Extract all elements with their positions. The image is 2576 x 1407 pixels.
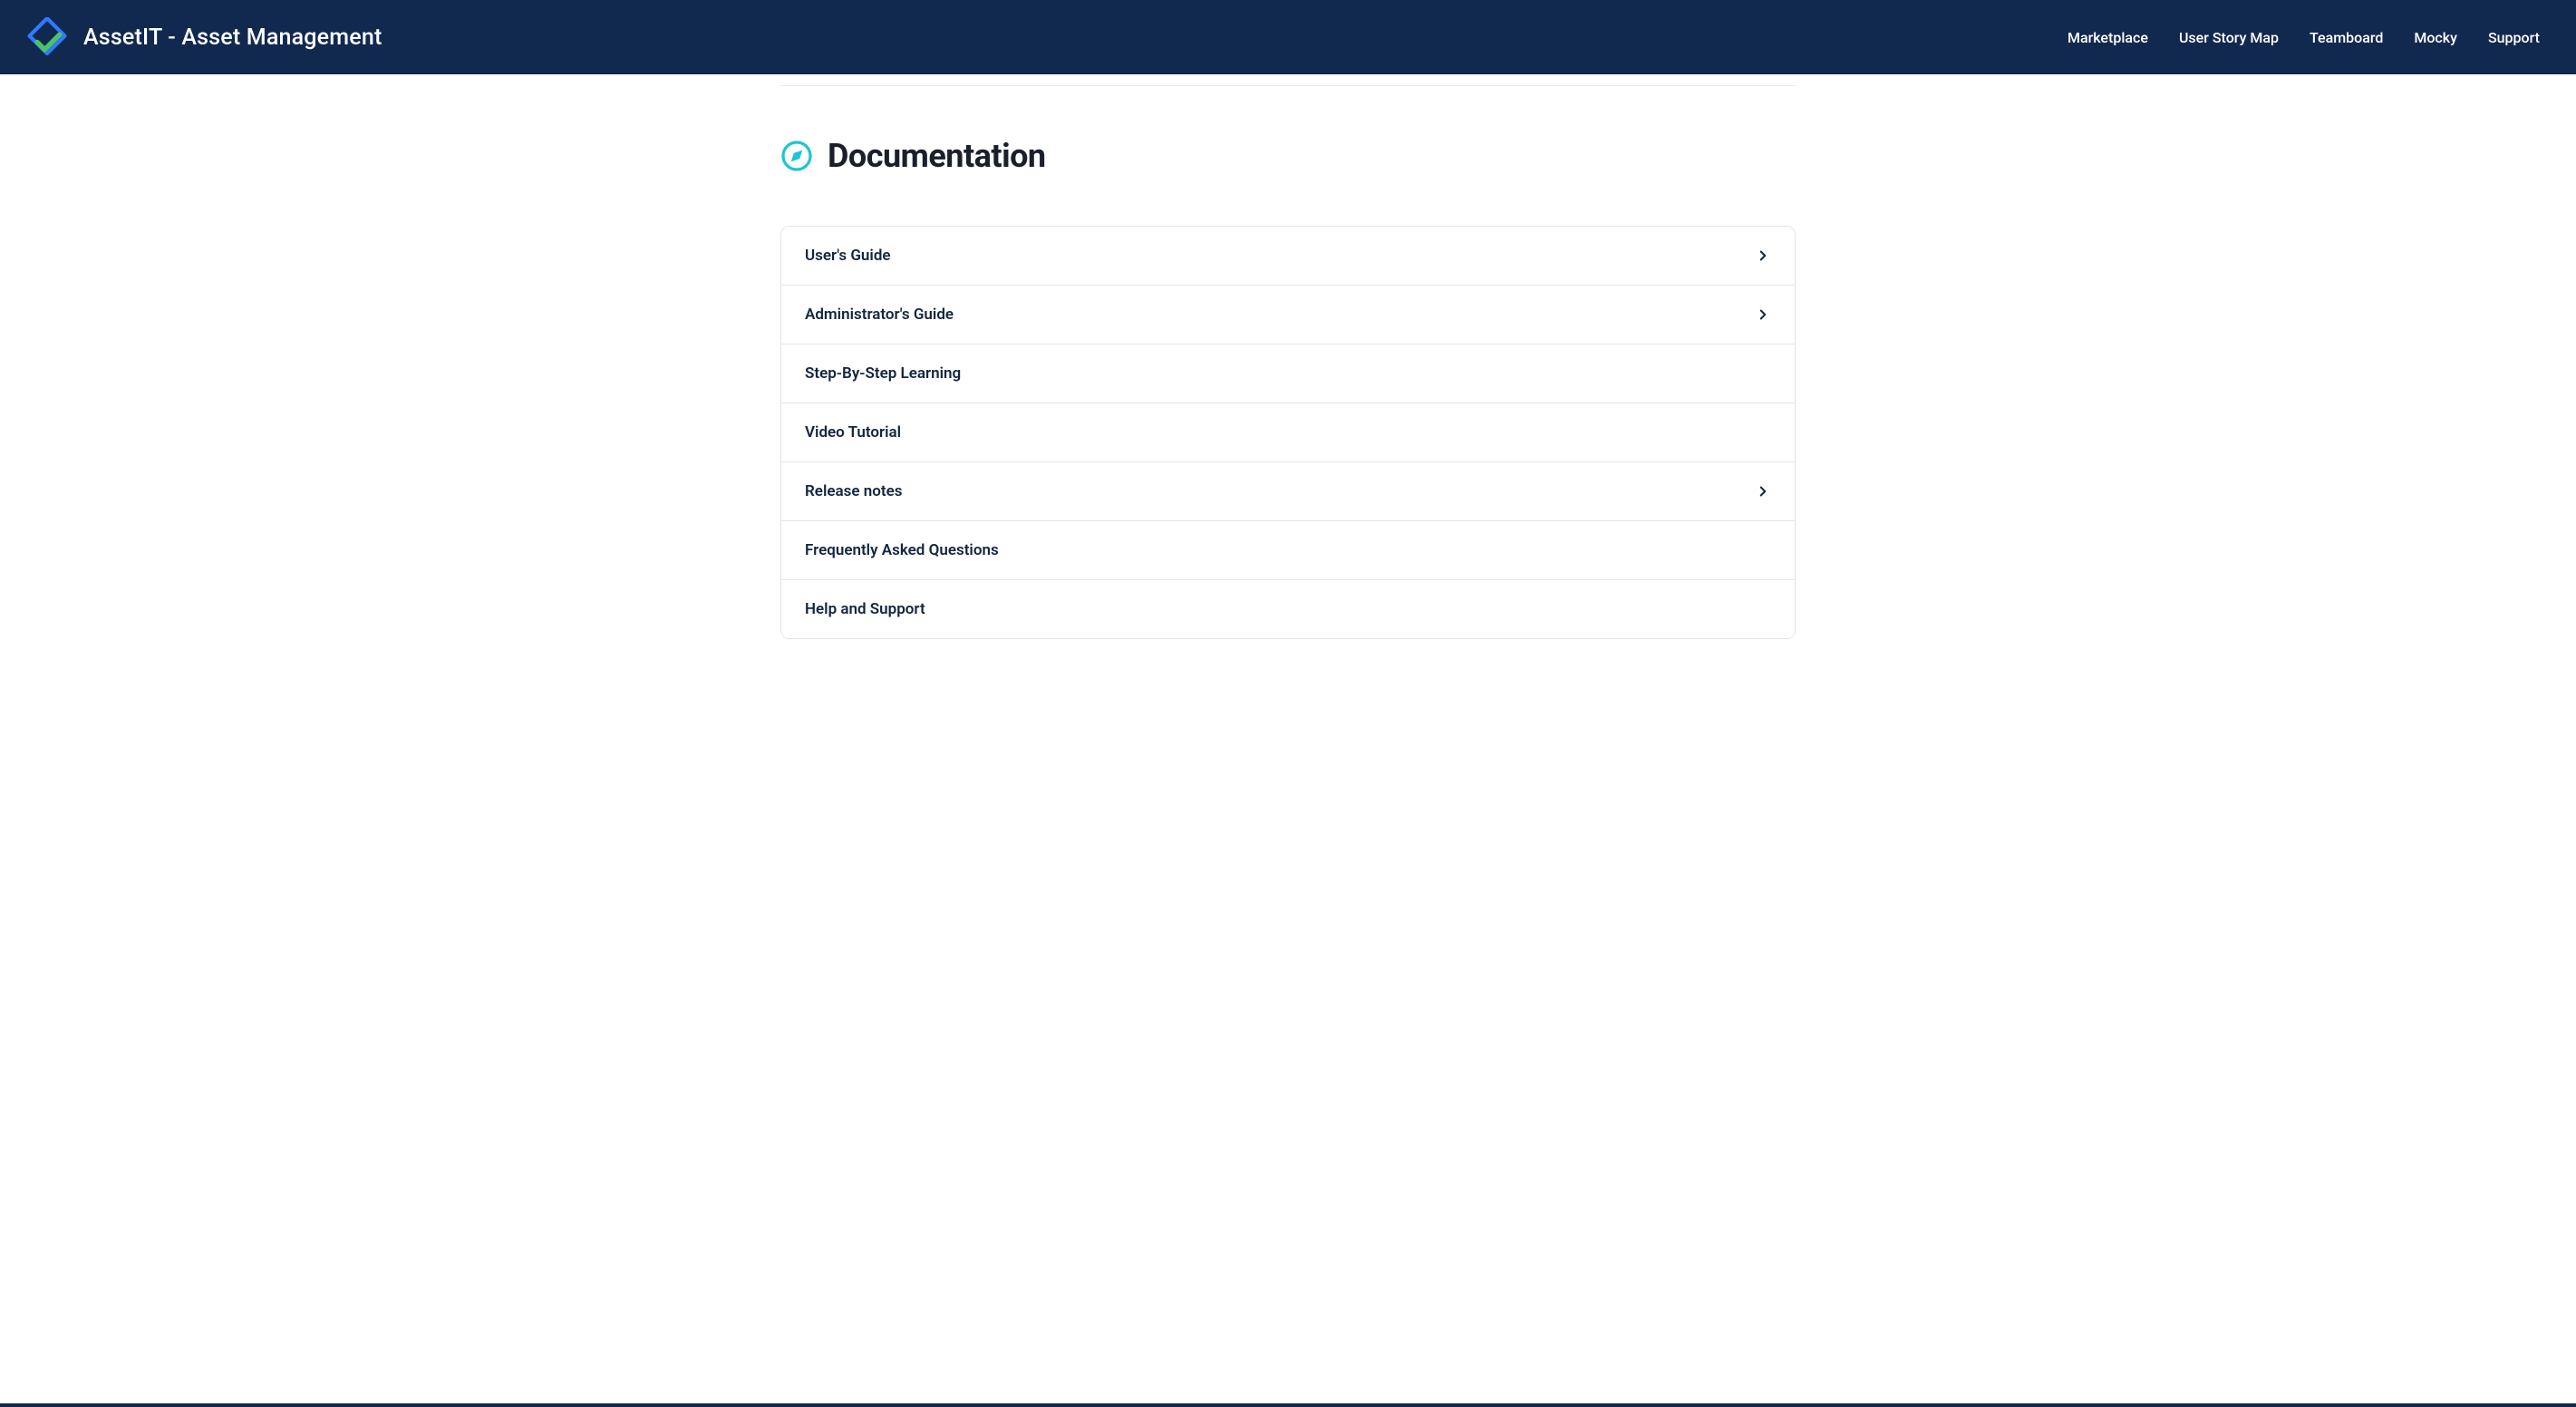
documentation-list: User's Guide Administrator's Guide Step-… [780, 226, 1796, 639]
nav-link-user-story-map[interactable]: User Story Map [2179, 29, 2279, 46]
doc-item-video-tutorial[interactable]: Video Tutorial [781, 403, 1795, 461]
doc-item-label: Frequently Asked Questions [805, 541, 999, 559]
topbar: AssetIT - Asset Management Marketplace U… [0, 0, 2576, 74]
doc-item-help-support[interactable]: Help and Support [781, 579, 1795, 638]
page-content: Documentation User's Guide Administrator… [780, 85, 1796, 712]
doc-item-administrators-guide[interactable]: Administrator's Guide [781, 285, 1795, 344]
doc-item-label: Administrator's Guide [805, 306, 954, 324]
compass-icon [780, 140, 813, 172]
page-header: Documentation [780, 137, 1796, 175]
app-logo-icon [27, 17, 67, 57]
nav-link-marketplace[interactable]: Marketplace [2068, 29, 2148, 46]
chevron-right-icon [1755, 483, 1771, 500]
topbar-left: AssetIT - Asset Management [27, 17, 382, 57]
doc-item-faq[interactable]: Frequently Asked Questions [781, 520, 1795, 579]
top-divider [780, 85, 1796, 86]
chevron-right-icon [1755, 247, 1771, 264]
page-title: Documentation [828, 137, 1046, 175]
doc-item-label: Help and Support [805, 600, 925, 618]
doc-item-release-notes[interactable]: Release notes [781, 461, 1795, 520]
topbar-nav: Marketplace User Story Map Teamboard Moc… [2068, 29, 2540, 46]
doc-item-label: Release notes [805, 482, 902, 500]
bottom-strip [0, 1403, 2576, 1407]
doc-item-label: Step-By-Step Learning [805, 364, 961, 383]
nav-link-mocky[interactable]: Mocky [2414, 29, 2457, 46]
nav-link-teamboard[interactable]: Teamboard [2310, 29, 2383, 46]
doc-item-label: Video Tutorial [805, 423, 901, 442]
doc-item-users-guide[interactable]: User's Guide [781, 227, 1795, 285]
doc-item-step-by-step[interactable]: Step-By-Step Learning [781, 344, 1795, 403]
nav-link-support[interactable]: Support [2488, 29, 2540, 46]
app-title: AssetIT - Asset Management [83, 24, 382, 51]
doc-item-label: User's Guide [805, 247, 891, 265]
chevron-right-icon [1755, 306, 1771, 323]
